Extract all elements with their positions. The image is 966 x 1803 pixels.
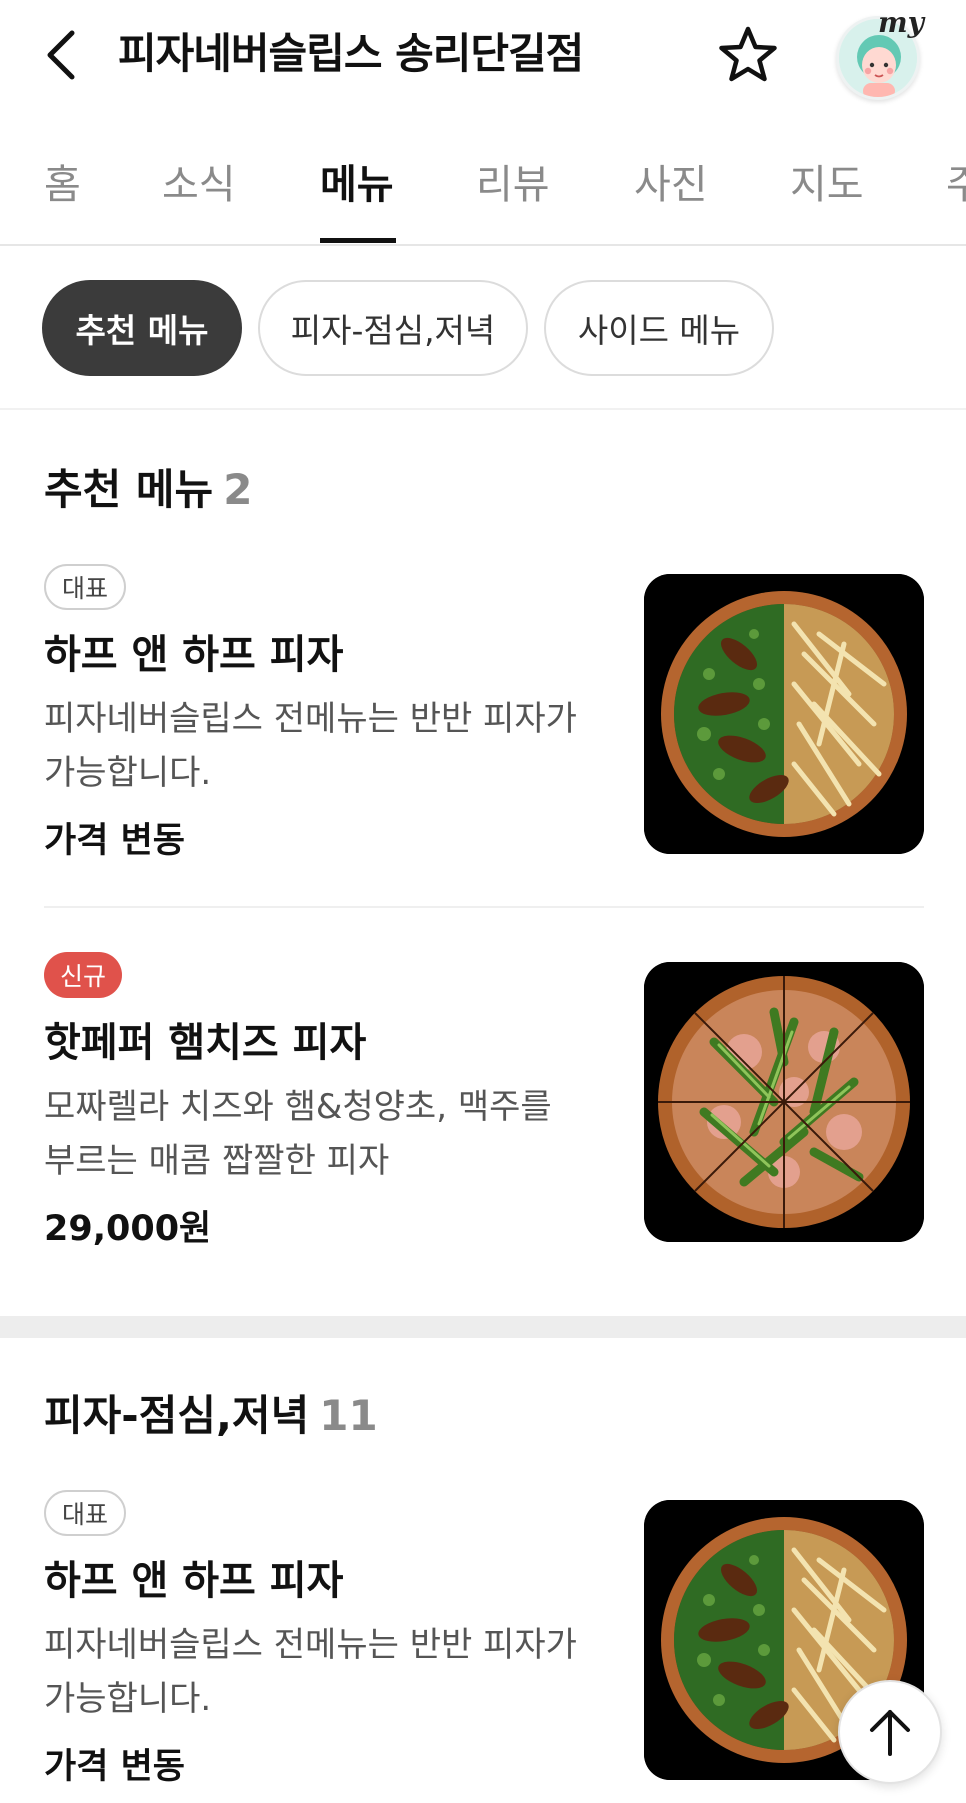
tab-reviews[interactable]: 리뷰 [476,152,550,244]
menu-category-filter: 추천 메뉴 피자-점심,저녁 사이드 메뉴 [0,246,966,410]
scroll-to-top-button[interactable] [838,1680,942,1784]
badge-signature: 대표 [44,564,127,610]
tab-bar: 홈 소식 메뉴 리뷰 사진 지도 주 [0,130,966,246]
menu-item-photo[interactable] [644,574,924,854]
menu-item-price: 가격 변동 [44,1747,185,1787]
active-tab-indicator [320,238,396,243]
section-separator [0,1316,966,1338]
menu-item-description: 피자네버슬립스 전메뉴는 반반 피자가 가능합니다. [44,699,577,793]
page-title: 피자네버슬립스 송리단길점 [118,29,584,78]
menu-item[interactable]: 대표 하프 앤 하프 피자 피자네버슬립스 전메뉴는 반반 피자가 가능합니다.… [44,1490,924,1790]
chevron-left-icon [47,30,75,80]
tab-more[interactable]: 주 [946,152,966,244]
top-bar: 피자네버슬립스 송리단길점 my [0,0,966,112]
menu-item-photo[interactable] [644,962,924,1242]
arrow-up-icon [870,1710,910,1756]
tab-photos[interactable]: 사진 [634,152,708,244]
menu-item[interactable]: 대표 하프 앤 하프 피자 피자네버슬립스 전메뉴는 반반 피자가 가능합니다.… [44,564,924,864]
tab-menu[interactable]: 메뉴 [320,152,394,244]
section-title-text: 피자-점심,저녁 [44,1391,310,1440]
back-button[interactable] [30,20,94,90]
chip-side-menu[interactable]: 사이드 메뉴 [544,280,774,376]
favorite-button[interactable] [710,20,786,92]
badge-signature: 대표 [44,1490,127,1536]
section-title-recommended: 추천 메뉴 2 [44,456,252,517]
hot-pepper-pizza-image [644,962,924,1242]
half-and-half-pizza-image [644,574,924,854]
menu-item-price: 29,000원 [44,1209,212,1249]
my-profile-button[interactable]: my [830,6,930,104]
menu-item-name: 하프 앤 하프 피자 [44,632,344,678]
menu-item-description: 모짜렐라 치즈와 햄&청양초, 맥주를 부르는 매콤 짭짤한 피자 [44,1087,552,1181]
tab-home[interactable]: 홈 [44,152,81,244]
section-count: 11 [319,1391,378,1440]
section-count: 2 [223,465,253,514]
menu-item-name: 하프 앤 하프 피자 [44,1558,344,1604]
menu-item[interactable]: 신규 핫페퍼 햄치즈 피자 모짜렐라 치즈와 햄&청양초, 맥주를 부르는 매콤… [44,952,924,1252]
my-label: my [878,6,924,39]
star-outline-icon [719,26,777,82]
chip-pizza[interactable]: 피자-점심,저녁 [258,280,528,376]
badge-new: 신규 [44,952,123,998]
chip-recommended[interactable]: 추천 메뉴 [42,280,242,376]
section-title-text: 추천 메뉴 [44,465,214,514]
menu-item-name: 핫페퍼 햄치즈 피자 [44,1020,367,1066]
item-divider [44,906,924,908]
menu-item-price: 가격 변동 [44,821,185,861]
tab-map[interactable]: 지도 [790,152,864,244]
tab-news[interactable]: 소식 [162,152,236,244]
menu-item-description: 피자네버슬립스 전메뉴는 반반 피자가 가능합니다. [44,1625,577,1719]
section-title-pizza: 피자-점심,저녁 11 [44,1382,378,1443]
